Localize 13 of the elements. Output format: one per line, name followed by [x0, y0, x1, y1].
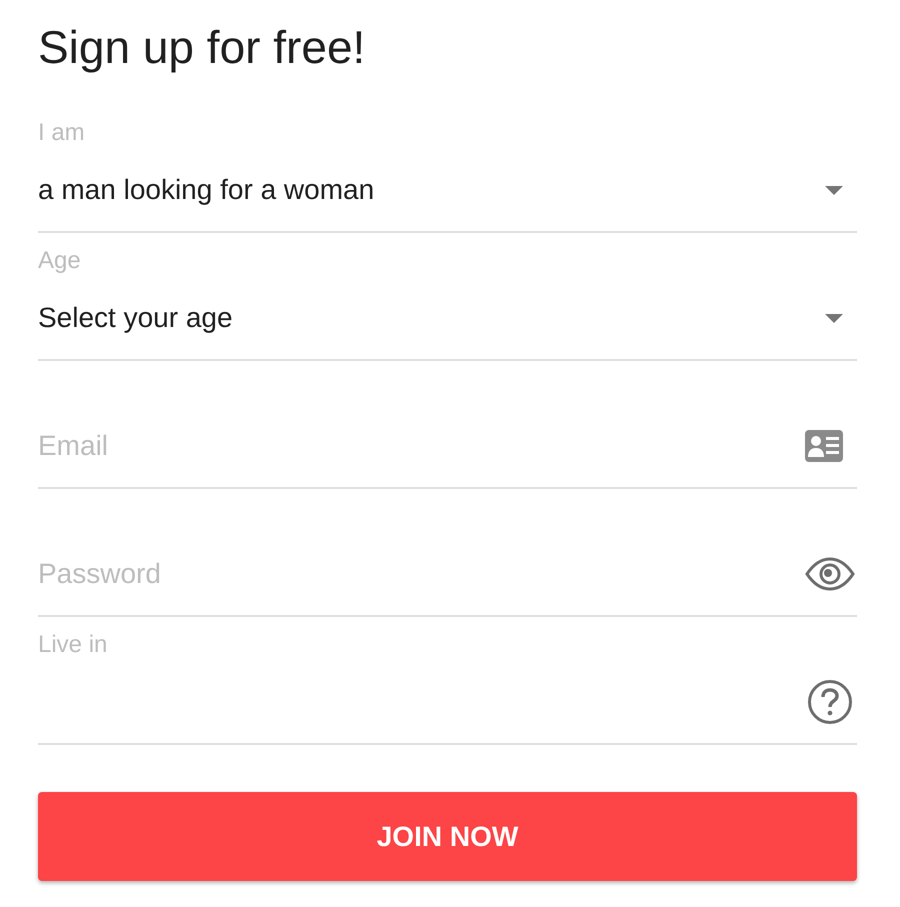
password-field[interactable]: Password [38, 558, 805, 590]
field-label: Age [38, 247, 81, 275]
email-field[interactable]: Email [38, 430, 805, 462]
help-icon[interactable] [807, 679, 853, 725]
field-label: I am [38, 119, 85, 147]
select-field[interactable]: a man looking for a woman [38, 149, 857, 231]
field-label: Live in [38, 631, 108, 659]
contact-card-icon [805, 430, 843, 462]
page-title: Sign up for free! [38, 20, 366, 75]
caret-icon [825, 186, 843, 194]
select-field[interactable]: Select your age [38, 277, 857, 359]
caret-icon [825, 314, 843, 322]
eye-icon[interactable] [805, 557, 855, 591]
